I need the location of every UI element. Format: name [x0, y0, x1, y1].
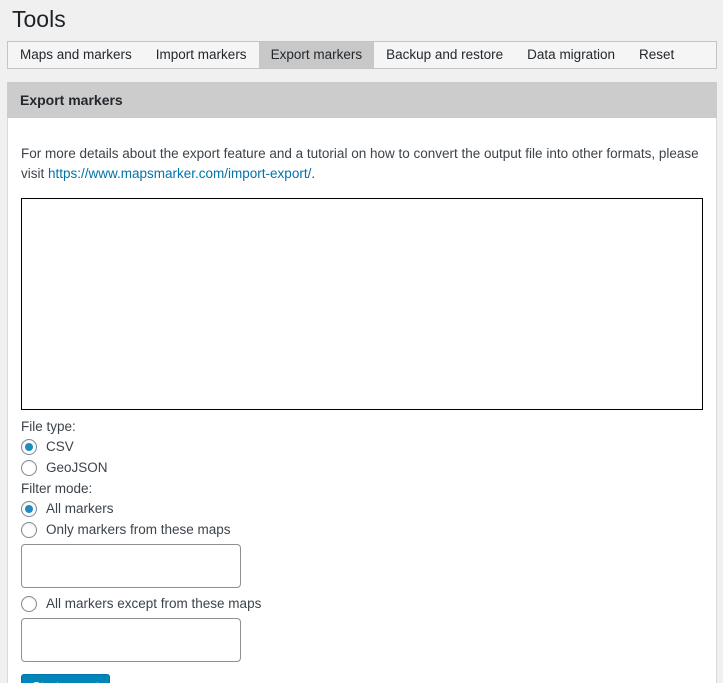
panel-body: For more details about the export featur… — [7, 117, 717, 683]
radio-icon[interactable] — [21, 439, 37, 456]
tab-import-markers[interactable]: Import markers — [144, 42, 259, 68]
radio-icon[interactable] — [21, 522, 37, 539]
tab-reset[interactable]: Reset — [627, 42, 686, 68]
tools-tabbar: Maps and markers Import markers Export m… — [7, 40, 717, 69]
radio-icon[interactable] — [21, 596, 37, 613]
radio-filter-only-these-maps[interactable]: Only markers from these maps — [21, 520, 703, 541]
radio-filter-except-these-maps[interactable]: All markers except from these maps — [21, 594, 703, 615]
radio-label: CSV — [46, 439, 74, 455]
intro-text-after: . — [311, 165, 316, 181]
page-title: Tools — [12, 6, 66, 32]
radio-label: All markers except from these maps — [46, 596, 262, 612]
radio-file-type-geojson[interactable]: GeoJSON — [21, 458, 703, 479]
tab-export-markers[interactable]: Export markers — [258, 41, 375, 68]
tab-backup-and-restore[interactable]: Backup and restore — [374, 42, 515, 68]
export-output-textarea[interactable] — [21, 197, 703, 410]
radio-filter-all-markers[interactable]: All markers — [21, 499, 703, 520]
filter-mode-label: Filter mode: — [21, 480, 93, 496]
export-markers-panel: Export markers For more details about th… — [7, 81, 717, 683]
include-maps-textarea[interactable] — [21, 543, 241, 588]
radio-icon[interactable] — [21, 501, 37, 518]
panel-title: Export markers — [7, 81, 717, 118]
page-wrap: Tools Maps and markers Import markers Ex… — [0, 0, 723, 683]
radio-icon[interactable] — [21, 460, 37, 477]
tab-maps-and-markers[interactable]: Maps and markers — [8, 42, 144, 68]
file-type-label: File type: — [21, 418, 76, 434]
radio-label: All markers — [46, 501, 114, 517]
radio-label: GeoJSON — [46, 460, 108, 476]
exclude-maps-textarea[interactable] — [21, 617, 241, 662]
radio-label: Only markers from these maps — [46, 522, 231, 538]
import-export-link[interactable]: https://www.mapsmarker.com/import-export… — [48, 166, 311, 181]
tab-data-migration[interactable]: Data migration — [515, 42, 627, 68]
intro-paragraph: For more details about the export featur… — [21, 144, 701, 184]
radio-file-type-csv[interactable]: CSV — [21, 437, 703, 458]
start-export-button[interactable]: Start export — [21, 673, 111, 683]
